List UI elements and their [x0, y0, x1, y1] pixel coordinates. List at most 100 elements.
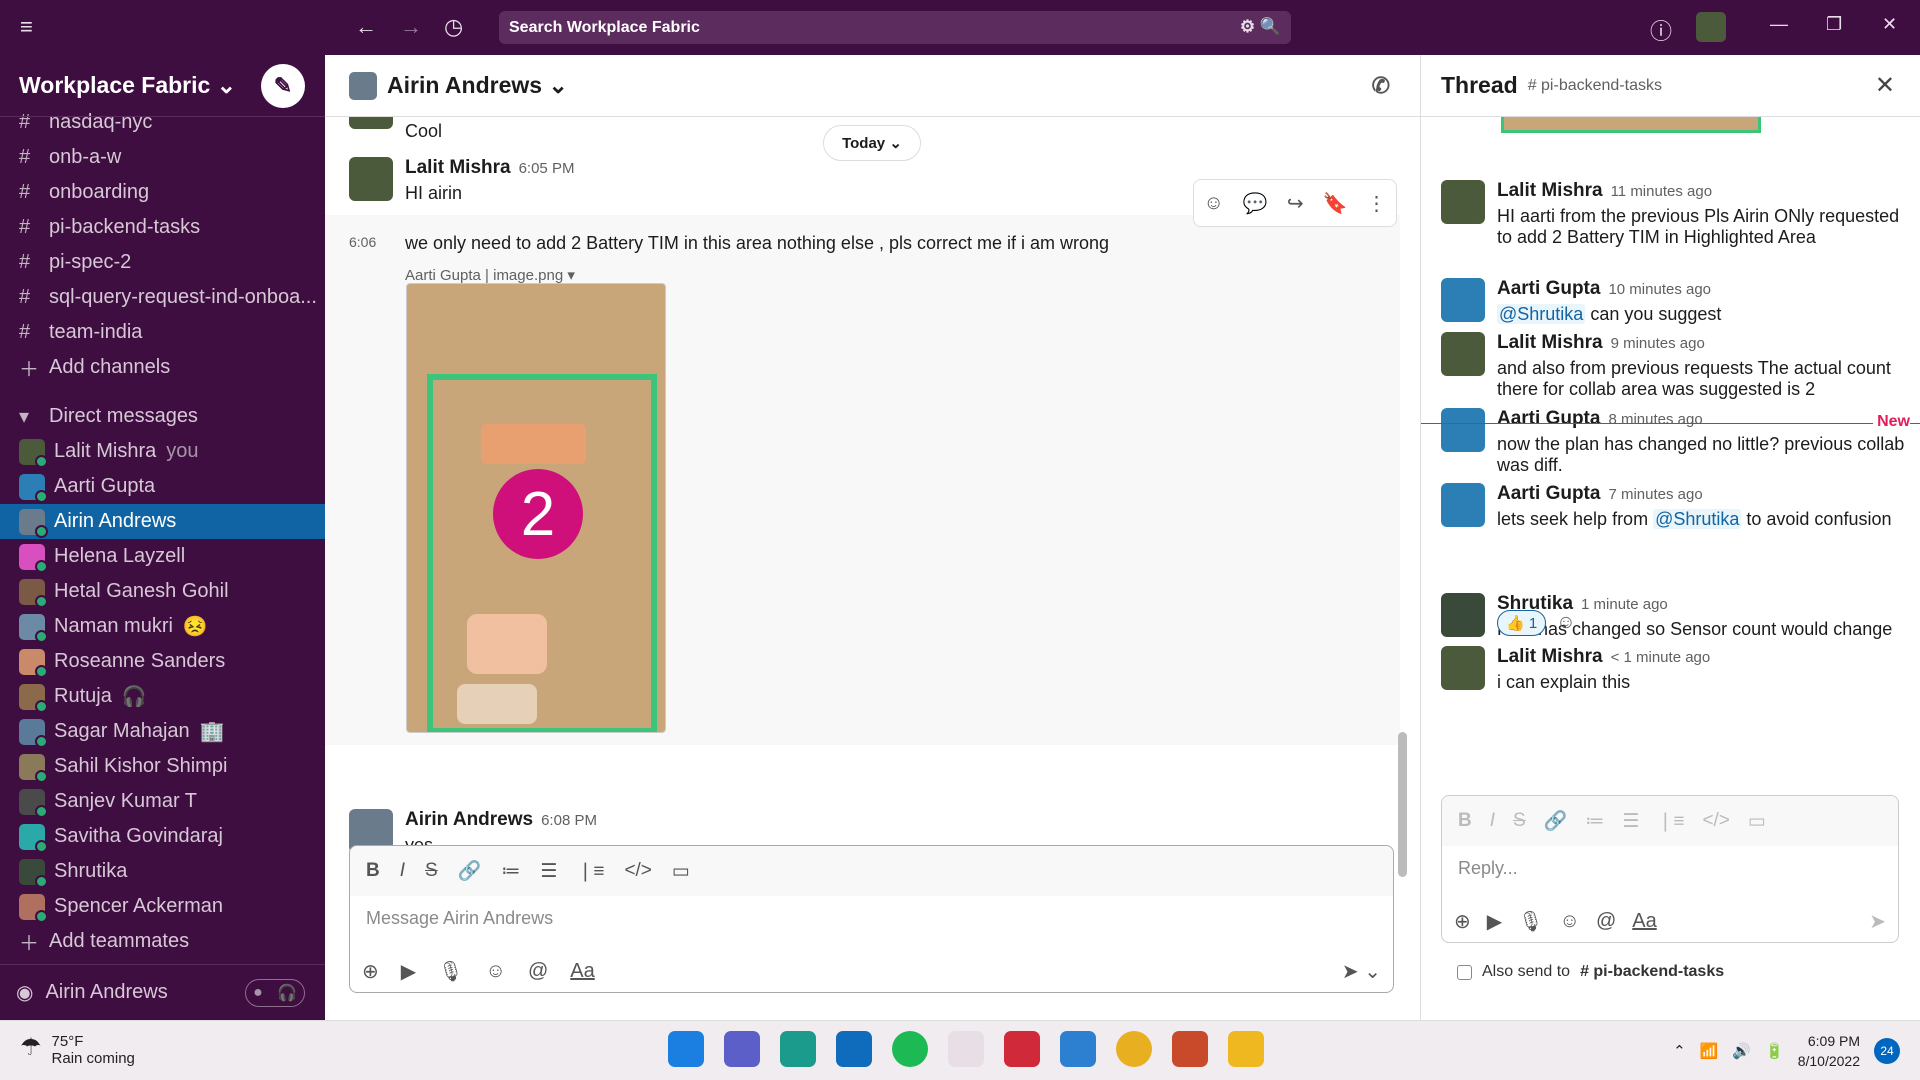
plus-icon[interactable]: ⊕: [1454, 909, 1471, 934]
code-block-icon[interactable]: ▭: [672, 860, 690, 883]
emoji-icon[interactable]: ☺: [486, 960, 506, 983]
video-icon[interactable]: ▶: [401, 959, 416, 984]
reaction-thumbs-up[interactable]: 👍 1: [1497, 610, 1547, 636]
sidebar-dm-item[interactable]: Rutuja 🎧: [0, 679, 325, 714]
sidebar-dm-item[interactable]: Helena Layzell: [0, 539, 325, 574]
attachment-filename[interactable]: image.png ▾: [493, 267, 575, 284]
chrome-icon[interactable]: [1116, 1031, 1152, 1067]
dm-section-header[interactable]: ▾ Direct messages: [0, 399, 325, 434]
bold-icon[interactable]: B: [1458, 810, 1472, 832]
send-icon[interactable]: ➤: [1869, 909, 1886, 934]
italic-icon[interactable]: I: [400, 860, 405, 882]
sidebar-channel[interactable]: # pi-spec-2: [0, 245, 325, 280]
blockquote-icon[interactable]: ❘≡: [1657, 810, 1684, 833]
mic-icon[interactable]: 🎙: [438, 959, 463, 984]
bullet-list-icon[interactable]: ☰: [540, 860, 557, 883]
sidebar-dm-item[interactable]: Spencer Ackerman: [0, 889, 325, 924]
menu-icon[interactable]: ≡: [20, 14, 33, 40]
sidebar-dm-item[interactable]: Aarti Gupta: [0, 469, 325, 504]
user-avatar[interactable]: [1696, 12, 1726, 42]
forward-arrow-icon[interactable]: →: [400, 14, 422, 40]
back-arrow-icon[interactable]: ←: [355, 14, 377, 40]
ordered-list-icon[interactable]: ≔: [1585, 810, 1604, 833]
avatar[interactable]: [1441, 483, 1485, 527]
floor-plan-image[interactable]: 2: [406, 283, 666, 733]
sidebar-dm-item[interactable]: Roseanne Sanders: [0, 644, 325, 679]
compose-icon[interactable]: ✎: [261, 64, 305, 108]
avatar[interactable]: [1441, 278, 1485, 322]
sidebar-dm-item[interactable]: Lalit Mishra you: [0, 434, 325, 469]
edge-icon[interactable]: [780, 1031, 816, 1067]
close-icon[interactable]: ✕: [1875, 71, 1895, 100]
autocad-icon[interactable]: [1004, 1031, 1040, 1067]
bullet-list-icon[interactable]: ☰: [1622, 810, 1639, 833]
chevron-up-icon[interactable]: ⌃: [1673, 1042, 1686, 1060]
sidebar-dm-item[interactable]: Hetal Ganesh Gohil: [0, 574, 325, 609]
add-reaction-icon[interactable]: ☺: [1204, 192, 1224, 215]
sidebar-channel[interactable]: # team-india: [0, 315, 325, 350]
workspace-name[interactable]: Workplace Fabric ⌄ ✎: [0, 55, 325, 117]
scrollbar[interactable]: [1398, 732, 1407, 877]
clock[interactable]: 6:09 PM 8/10/2022: [1798, 1031, 1860, 1071]
message-input[interactable]: Message Airin Andrews: [350, 896, 1393, 941]
volume-icon[interactable]: 🔊: [1732, 1042, 1751, 1060]
blockquote-icon[interactable]: ❘≡: [577, 860, 604, 883]
bold-icon[interactable]: B: [366, 860, 380, 882]
text-format-icon[interactable]: Aa: [570, 960, 594, 983]
date-divider-today[interactable]: Today ⌄: [823, 125, 921, 161]
code-icon[interactable]: </>: [1702, 810, 1729, 832]
mention-icon[interactable]: @: [528, 960, 548, 983]
avatar[interactable]: [1441, 646, 1485, 690]
ordered-list-icon[interactable]: ≔: [501, 860, 520, 883]
restore-icon[interactable]: ❐: [1826, 14, 1842, 35]
notification-badge[interactable]: 24: [1874, 1038, 1900, 1064]
sidebar-channel[interactable]: # onb-a-w: [0, 140, 325, 175]
phone-icon[interactable]: ✆: [1372, 73, 1390, 99]
thread-channel-link[interactable]: # pi-backend-tasks: [1528, 77, 1662, 95]
video-icon[interactable]: ▶: [1487, 909, 1502, 934]
battery-icon[interactable]: 🔋: [1765, 1042, 1784, 1060]
powerpoint-icon[interactable]: [1172, 1031, 1208, 1067]
more-icon[interactable]: ⋮: [1367, 191, 1387, 216]
send-icon[interactable]: ➤ ⌄: [1342, 959, 1381, 984]
teams-icon[interactable]: [724, 1031, 760, 1067]
avatar[interactable]: [1441, 332, 1485, 376]
timestamp[interactable]: 11 minutes ago: [1611, 183, 1712, 200]
timestamp[interactable]: 1 minute ago: [1581, 596, 1668, 613]
emoji-icon[interactable]: ☺: [1560, 910, 1580, 933]
reply-input[interactable]: Reply...: [1442, 846, 1898, 891]
strike-icon[interactable]: S: [1513, 810, 1526, 832]
sidebar-dm-item[interactable]: Airin Andrews: [0, 504, 325, 539]
author-name[interactable]: Aarti Gupta: [1497, 278, 1600, 299]
close-window-icon[interactable]: ✕: [1882, 14, 1897, 35]
avatar[interactable]: [1441, 593, 1485, 637]
text-format-icon[interactable]: Aa: [1632, 910, 1656, 933]
file-explorer-icon[interactable]: [1228, 1031, 1264, 1067]
timestamp[interactable]: < 1 minute ago: [1611, 649, 1711, 666]
add-reaction-icon[interactable]: ☺: [1556, 612, 1575, 634]
timestamp[interactable]: 8 minutes ago: [1608, 411, 1702, 428]
slack-icon[interactable]: [948, 1031, 984, 1067]
sidebar-channel[interactable]: # onboarding: [0, 175, 325, 210]
author-name[interactable]: Lalit Mishra: [1497, 332, 1603, 353]
history-icon[interactable]: ◷: [444, 14, 463, 40]
photos-icon[interactable]: [1060, 1031, 1096, 1067]
author-name[interactable]: Aarti Gupta: [1497, 408, 1600, 429]
start-icon[interactable]: [668, 1031, 704, 1067]
outlook-icon[interactable]: [836, 1031, 872, 1067]
help-icon[interactable]: ⓘ: [1650, 14, 1672, 46]
timestamp[interactable]: 7 minutes ago: [1608, 486, 1702, 503]
avatar[interactable]: [349, 157, 393, 201]
user-mention[interactable]: @Shrutika: [1497, 304, 1586, 324]
wifi-icon[interactable]: 📶: [1700, 1042, 1719, 1060]
sidebar-channel[interactable]: # sql-query-request-ind-onboa...: [0, 280, 325, 315]
timestamp[interactable]: 10 minutes ago: [1608, 281, 1711, 298]
author-name[interactable]: Aarti Gupta: [1497, 483, 1600, 504]
huddle-toggle[interactable]: ● 🎧: [245, 979, 305, 1007]
spotify-icon[interactable]: [892, 1031, 928, 1067]
share-icon[interactable]: ↪: [1287, 191, 1304, 216]
link-icon[interactable]: 🔗: [458, 859, 482, 883]
user-mention[interactable]: @Shrutika: [1653, 509, 1742, 529]
avatar[interactable]: [1441, 408, 1485, 452]
minimize-icon[interactable]: —: [1770, 14, 1788, 35]
